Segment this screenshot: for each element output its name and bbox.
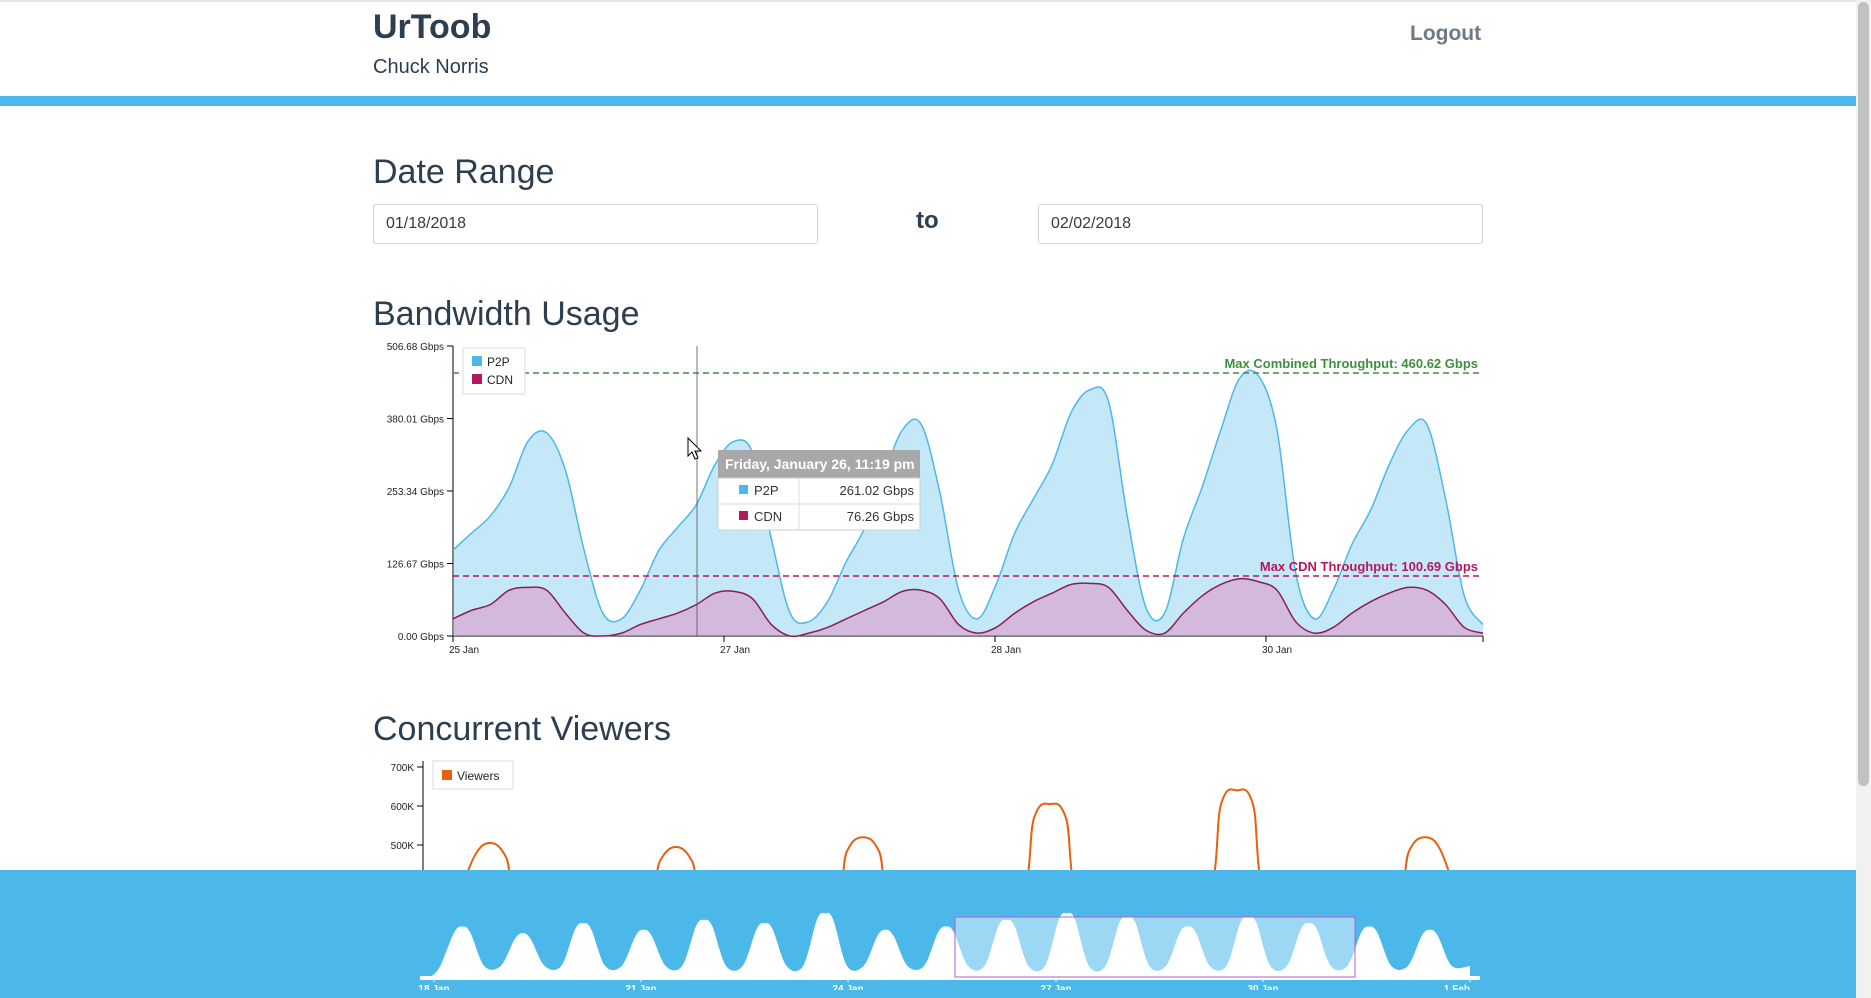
navigator-x-tick-label: 24 Jan (832, 984, 863, 990)
viewers-y-tick-label: 700K (391, 763, 415, 774)
legend-viewers-swatch (442, 770, 452, 780)
mouse-cursor-icon (687, 436, 703, 460)
logout-link[interactable]: Logout (1410, 22, 1481, 46)
viewers-chart[interactable]: 700K 600K 500K Viewers (373, 755, 1493, 875)
tooltip-p2p-value: 261.02 Gbps (840, 483, 915, 498)
user-name: Chuck Norris (373, 56, 489, 78)
date-from-input[interactable] (373, 204, 818, 244)
tooltip-cdn-name: CDN (754, 509, 782, 524)
app-title[interactable]: UrToob (373, 8, 491, 47)
series-line-p2p (452, 369, 1484, 626)
series-area-p2p (453, 370, 1483, 636)
x-tick-label: 25 Jan (449, 645, 479, 656)
navigator-brush-selection[interactable] (954, 916, 1356, 978)
date-to-input[interactable] (1038, 204, 1483, 244)
legend-p2p-label: P2P (487, 355, 510, 369)
y-tick-label: 0.00 Gbps (398, 632, 444, 643)
x-tick-label: 30 Jan (1262, 645, 1292, 656)
tooltip-p2p-name: P2P (754, 483, 779, 498)
navigator-x-tick-label: 27 Jan (1040, 984, 1071, 990)
scrollbar-thumb[interactable] (1858, 2, 1869, 786)
y-tick-label: 253.34 Gbps (387, 487, 444, 498)
x-axis: 25 Jan 27 Jan 28 Jan 30 Jan (449, 635, 1484, 656)
timeline-navigator[interactable]: 18 Jan 21 Jan 24 Jan 27 Jan 30 Jan 1 Feb (410, 890, 1490, 990)
bandwidth-chart[interactable]: 0.00 Gbps 126.67 Gbps 253.34 Gbps 380.01 Gb… (373, 340, 1493, 660)
tooltip-title: Friday, January 26, 11:19 pm (725, 456, 915, 472)
bandwidth-heading: Bandwidth Usage (373, 295, 640, 333)
tooltip-cdn-swatch (739, 511, 748, 520)
header-accent-bar (0, 96, 1856, 106)
legend-viewers-label: Viewers (457, 769, 499, 783)
y-tick-label: 380.01 Gbps (387, 415, 444, 426)
legend-cdn-label: CDN (487, 373, 513, 387)
viewers-heading: Concurrent Viewers (373, 710, 671, 748)
viewers-y-tick-label: 500K (391, 841, 415, 852)
date-range-heading: Date Range (373, 153, 555, 191)
chart-tooltip: Friday, January 26, 11:19 pm P2P 261.02 … (717, 450, 921, 531)
navigator-x-tick-label: 30 Jan (1247, 984, 1278, 990)
x-tick-label: 28 Jan (991, 645, 1021, 656)
max-combined-label: Max Combined Throughput: 460.62 Gbps (1224, 356, 1478, 371)
y-tick-label: 506.68 Gbps (387, 342, 444, 353)
timeline-navigator-panel: 18 Jan 21 Jan 24 Jan 27 Jan 30 Jan 1 Feb (0, 870, 1856, 998)
chart-legend: P2P CDN (462, 347, 526, 395)
date-to-label: to (916, 207, 939, 234)
viewers-y-tick-label: 600K (391, 802, 415, 813)
y-tick-label: 126.67 Gbps (387, 560, 444, 571)
viewers-y-axis: 700K 600K 500K (391, 761, 424, 875)
viewers-series-line (465, 788, 1452, 875)
vertical-scrollbar[interactable] (1856, 0, 1871, 998)
app-header: UrToob Chuck Norris Logout (0, 0, 1856, 96)
viewers-legend: Viewers (432, 760, 514, 790)
tooltip-p2p-swatch (739, 485, 748, 494)
max-cdn-label: Max CDN Throughput: 100.69 Gbps (1260, 559, 1478, 574)
tooltip-cdn-value: 76.26 Gbps (847, 509, 915, 524)
navigator-x-tick-label: 21 Jan (625, 984, 656, 990)
x-tick-label: 27 Jan (720, 645, 750, 656)
legend-p2p-swatch (472, 356, 482, 366)
y-axis: 0.00 Gbps 126.67 Gbps 253.34 Gbps 380.01 Gb… (387, 342, 454, 643)
legend-cdn-swatch (472, 374, 482, 384)
navigator-x-tick-label: 1 Feb (1444, 984, 1470, 990)
navigator-x-tick-label: 18 Jan (418, 984, 449, 990)
